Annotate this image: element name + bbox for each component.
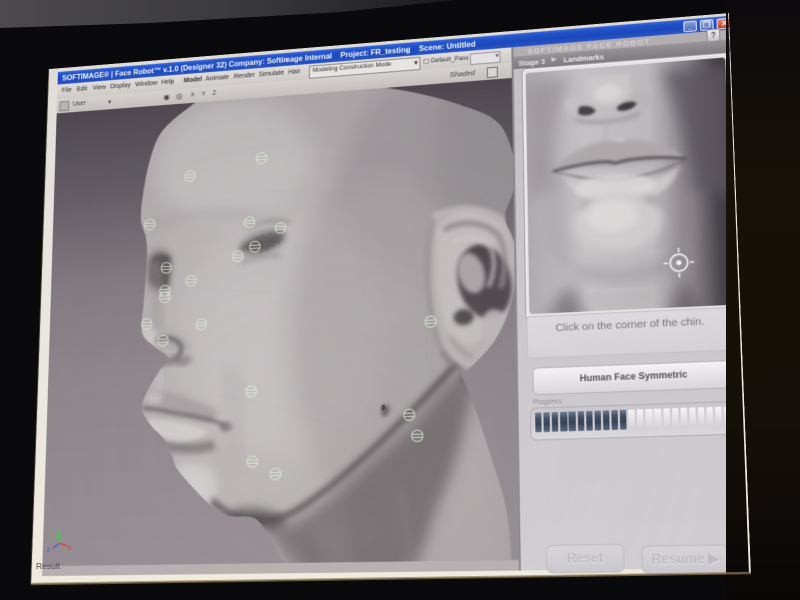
svg-text:Z: Z — [47, 547, 50, 554]
